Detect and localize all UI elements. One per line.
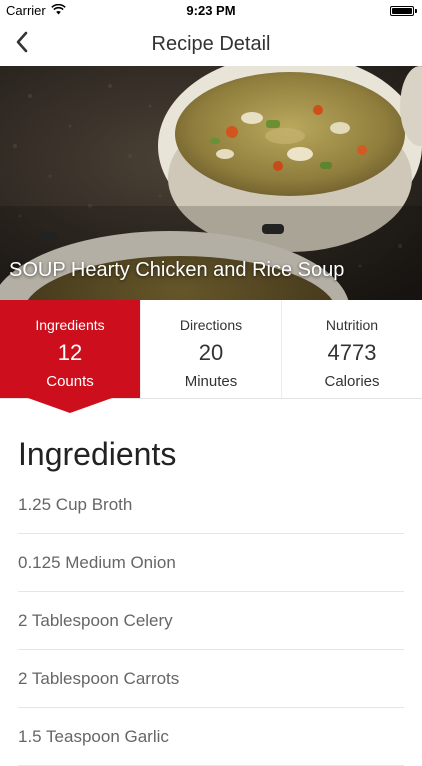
ingredient-item: 2 Tablespoon Celery xyxy=(18,592,404,650)
ingredient-item: 1.25 Cup Broth xyxy=(18,476,404,534)
tab-ingredients-unit: Counts xyxy=(46,373,94,390)
battery-icon xyxy=(390,6,414,16)
recipe-title: SOUP Hearty Chicken and Rice Soup xyxy=(9,259,345,281)
status-bar: Carrier 9:23 PM xyxy=(0,0,422,22)
ingredients-heading: Ingredients xyxy=(18,436,177,472)
recipe-hero-image: SOUP Hearty Chicken and Rice Soup xyxy=(0,66,422,300)
tab-ingredients-label: Ingredients xyxy=(35,317,105,333)
nav-bar: Recipe Detail xyxy=(0,22,422,66)
tab-nutrition-unit: Calories xyxy=(324,373,380,390)
tab-ingredients-value: 12 xyxy=(57,340,83,365)
recipe-stats-tabs: Ingredients 12 Counts Directions 20 Minu… xyxy=(0,300,422,399)
tab-directions-label: Directions xyxy=(179,317,243,333)
active-tab-pointer xyxy=(28,398,112,413)
tab-directions[interactable]: Directions 20 Minutes xyxy=(140,300,281,398)
ingredient-item: 2 Tablespoon Carrots xyxy=(18,650,404,708)
battery-level xyxy=(392,8,412,14)
tab-ingredients[interactable]: Ingredients 12 Counts xyxy=(0,300,140,398)
back-button[interactable] xyxy=(4,26,40,62)
ingredient-item: 0.125 Medium Onion xyxy=(18,534,404,592)
tab-directions-unit: Minutes xyxy=(184,373,238,390)
chevron-left-icon xyxy=(15,31,29,58)
battery-tip xyxy=(415,9,417,13)
page-title: Recipe Detail xyxy=(151,33,271,55)
tab-nutrition-label: Nutrition xyxy=(325,317,379,333)
tab-nutrition-value: 4773 xyxy=(327,340,377,365)
ingredient-item: 1.5 Teaspoon Garlic xyxy=(18,708,404,766)
tab-directions-value: 20 xyxy=(198,340,224,365)
status-time: 9:23 PM xyxy=(186,3,236,18)
ingredient-list: 1.25 Cup Broth 0.125 Medium Onion 2 Tabl… xyxy=(18,476,404,766)
tab-nutrition[interactable]: Nutrition 4773 Calories xyxy=(281,300,422,398)
